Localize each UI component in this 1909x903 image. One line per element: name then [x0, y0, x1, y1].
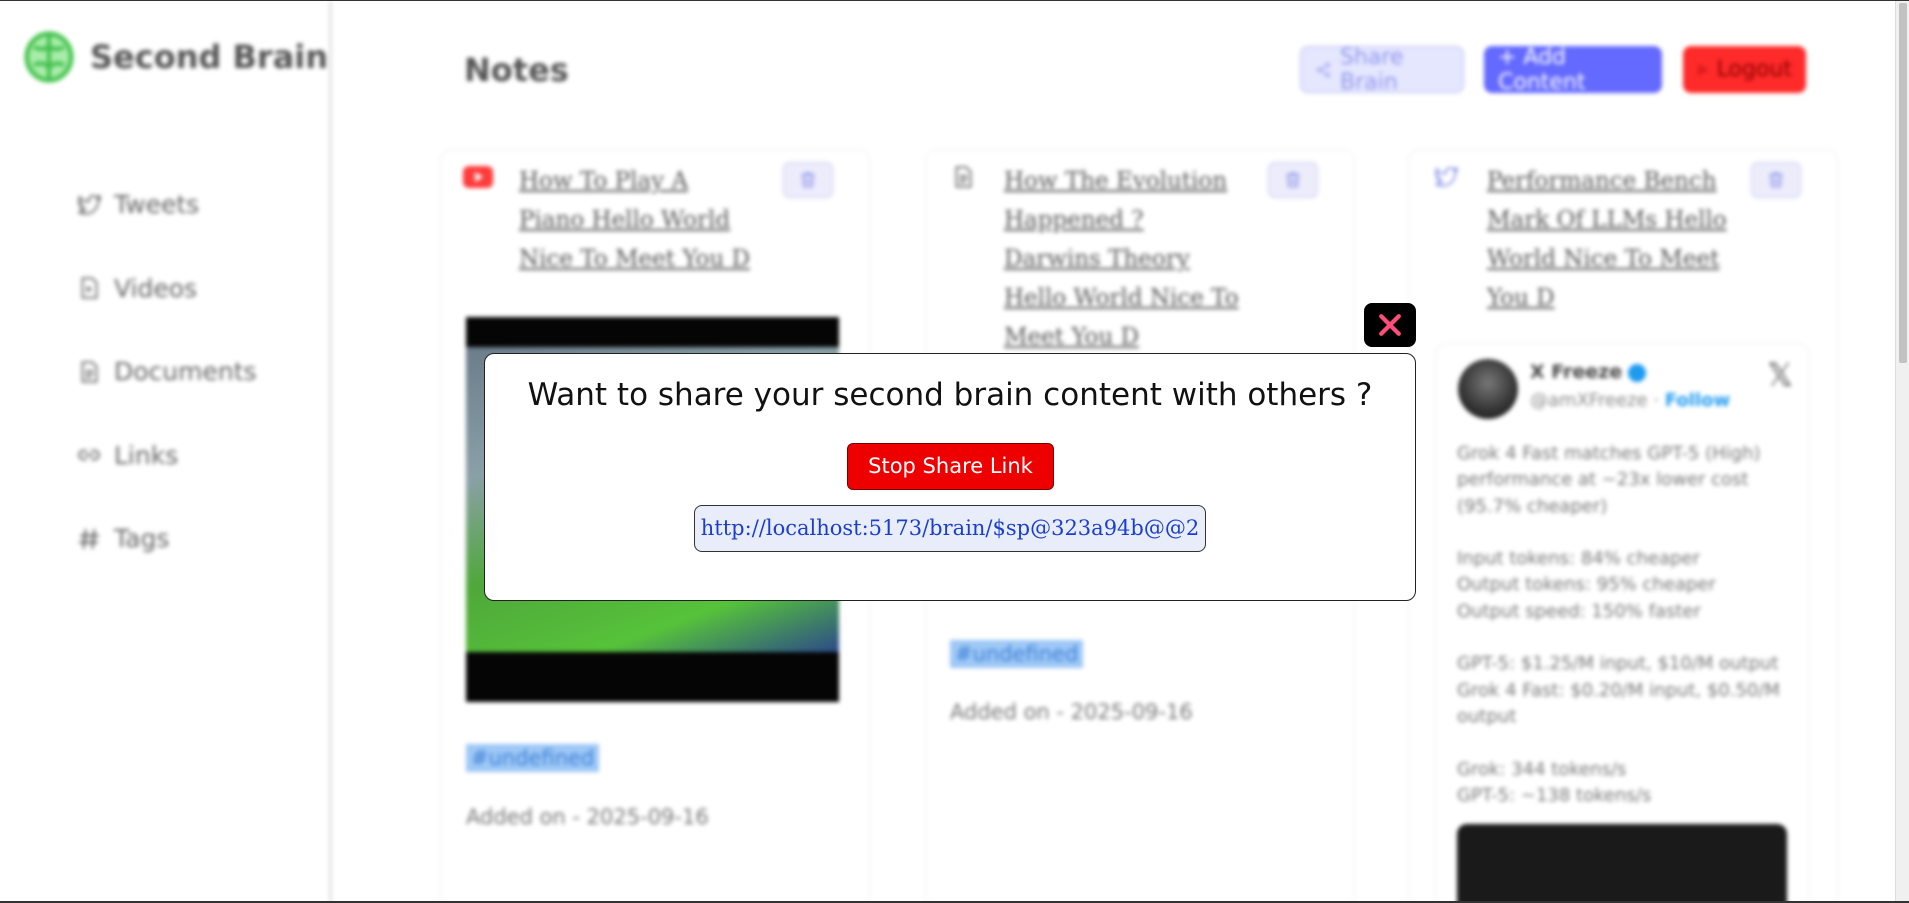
scrollbar[interactable] — [1895, 1, 1909, 901]
share-modal: Want to share your second brain content … — [484, 353, 1416, 601]
share-modal-overlay: Want to share your second brain content … — [0, 1, 1895, 901]
stop-share-link-button[interactable]: Stop Share Link — [847, 443, 1054, 490]
close-icon — [1379, 314, 1401, 336]
browser-viewport: Second Brain Tweets Videos Documents Lin… — [0, 0, 1909, 903]
modal-title: Want to share your second brain content … — [527, 377, 1373, 413]
close-button[interactable] — [1364, 303, 1416, 347]
scrollbar-thumb[interactable] — [1899, 3, 1907, 363]
share-link[interactable]: http://localhost:5173/brain/$sp@323a94b@… — [694, 505, 1206, 552]
